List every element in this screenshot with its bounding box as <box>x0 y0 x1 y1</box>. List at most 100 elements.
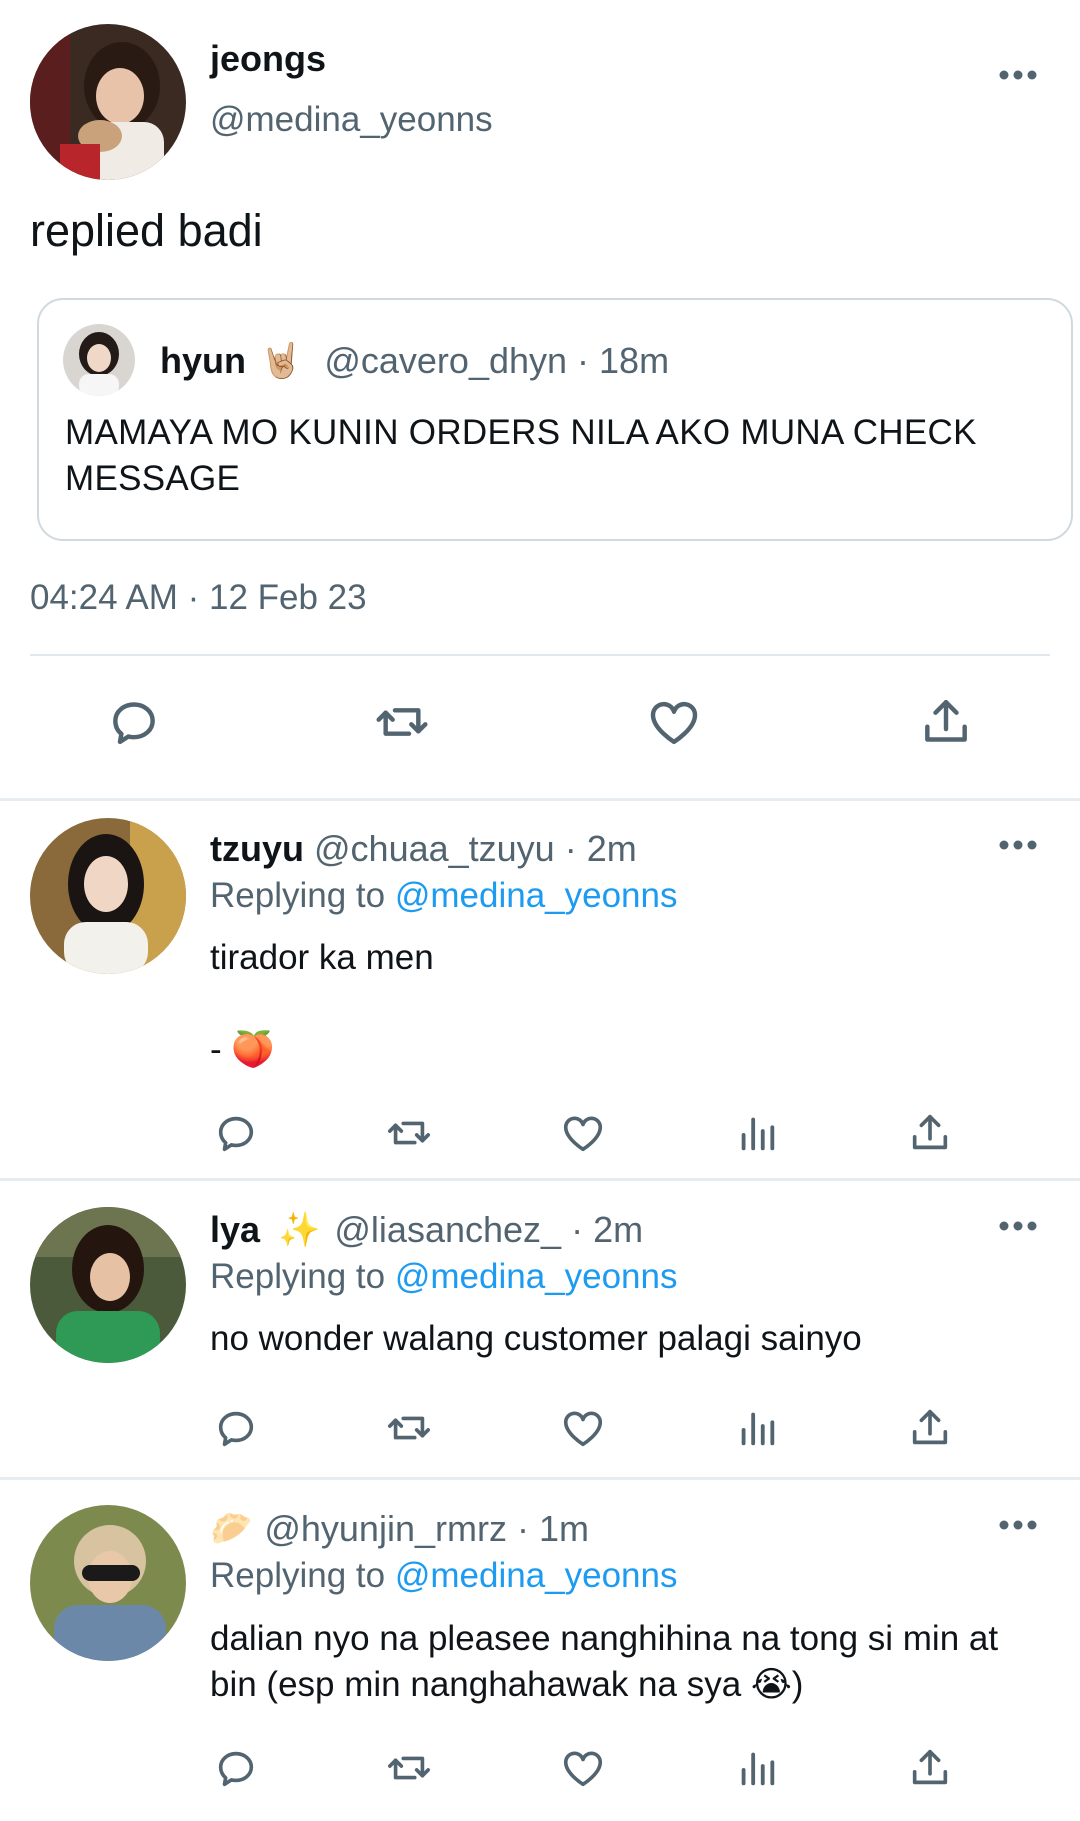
retweet-icon <box>388 1756 430 1780</box>
more-horizontal-icon <box>999 840 1037 850</box>
reply-header: tzuyu @chuaa_tzuyu · 2m <box>210 828 637 870</box>
reply-tweet[interactable]: tzuyu @chuaa_tzuyu · 2m Replying to @med… <box>0 800 1080 1178</box>
share-upload-icon <box>912 1114 948 1150</box>
like-button[interactable] <box>557 1742 609 1794</box>
share-button[interactable] <box>904 1402 956 1454</box>
replying-to: Replying to @medina_yeonns <box>210 876 678 916</box>
quoted-tweet[interactable]: hyun 🤘🏼 @cavero_dhyn · 18m MAMAYA MO KUN… <box>37 298 1073 541</box>
separator: · <box>577 340 590 381</box>
quote-author-emoji: 🤘🏼 <box>260 342 303 380</box>
replying-label: Replying to <box>210 876 386 915</box>
retweet-button[interactable] <box>383 1742 435 1794</box>
main-tweet: jeongs @medina_yeonns replied badi hyun … <box>0 0 1080 800</box>
quote-time: 18m <box>599 340 670 381</box>
author-handle[interactable]: @chuaa_tzuyu <box>314 828 555 870</box>
reply-tweet[interactable]: 🥟 @hyunjin_rmrz · 1m Replying to @medina… <box>0 1480 1080 1821</box>
heart-icon <box>563 1116 603 1152</box>
reply-header: 🥟 @hyunjin_rmrz · 1m <box>210 1508 589 1550</box>
views-button[interactable] <box>731 1402 783 1454</box>
like-button[interactable] <box>557 1402 609 1454</box>
reply-button[interactable] <box>210 1107 262 1159</box>
author-name[interactable]: jeongs <box>210 38 326 80</box>
avatar[interactable] <box>30 1207 186 1363</box>
heart-icon <box>563 1751 603 1787</box>
analytics-icon <box>741 1412 775 1446</box>
views-button[interactable] <box>731 1107 783 1159</box>
more-horizontal-icon <box>999 1520 1037 1530</box>
retweet-button[interactable] <box>383 1402 435 1454</box>
retweet-icon <box>388 1121 430 1145</box>
replying-to: Replying to @medina_yeonns <box>210 1257 678 1297</box>
analytics-icon <box>741 1752 775 1786</box>
separator: · <box>564 828 577 869</box>
reply-tweet[interactable]: lya ✨ @liasanchez_ · 2m Replying to @med… <box>0 1181 1080 1477</box>
reply-bubble-icon <box>218 1116 254 1152</box>
retweet-button[interactable] <box>370 690 434 754</box>
replying-mention[interactable]: @medina_yeonns <box>395 1556 678 1595</box>
share-upload-icon <box>912 1749 948 1785</box>
like-button[interactable] <box>557 1107 609 1159</box>
share-upload-icon <box>912 1409 948 1445</box>
divider <box>30 654 1050 656</box>
share-button[interactable] <box>904 1742 956 1794</box>
reply-bubble-icon <box>218 1751 254 1787</box>
share-button[interactable] <box>914 690 978 754</box>
author-handle[interactable]: @medina_yeonns <box>210 100 493 140</box>
reply-button[interactable] <box>210 1402 262 1454</box>
retweet-button[interactable] <box>383 1107 435 1159</box>
share-button[interactable] <box>904 1107 956 1159</box>
replying-mention[interactable]: @medina_yeonns <box>395 876 678 915</box>
reply-text: tirador ka men - 🍑 <box>210 938 434 1069</box>
reply-text: dalian nyo na pleasee nanghihina na tong… <box>210 1619 999 1704</box>
more-options-button[interactable] <box>988 1510 1048 1540</box>
views-button[interactable] <box>731 1742 783 1794</box>
replying-to: Replying to @medina_yeonns <box>210 1556 678 1596</box>
retweet-icon <box>376 708 428 736</box>
tweet-actions <box>0 690 1080 760</box>
more-horizontal-icon <box>999 1221 1037 1231</box>
quote-text: MAMAYA MO KUNIN ORDERS NILA AKO MUNA CHE… <box>65 413 977 498</box>
separator: · <box>516 1508 529 1549</box>
author-name[interactable]: tzuyu <box>210 828 304 870</box>
replying-label: Replying to <box>210 1257 386 1296</box>
author-badge: 🥟 <box>210 1510 253 1548</box>
reply-time: 1m <box>538 1508 589 1549</box>
share-upload-icon <box>925 699 967 742</box>
author-name[interactable]: lya <box>210 1209 260 1251</box>
author-handle[interactable]: @hyunjin_rmrz <box>264 1508 507 1550</box>
more-horizontal-icon <box>999 70 1037 80</box>
retweet-icon <box>388 1416 430 1440</box>
more-options-button[interactable] <box>988 60 1048 90</box>
tweet-timestamp[interactable]: 04:24 AM · 12 Feb 23 <box>30 578 367 618</box>
more-options-button[interactable] <box>988 1211 1048 1241</box>
author-badge: ✨ <box>278 1211 321 1249</box>
more-options-button[interactable] <box>988 830 1048 860</box>
tweet-text: replied badi <box>30 205 263 256</box>
reply-actions <box>0 1402 1080 1458</box>
replying-label: Replying to <box>210 1556 386 1595</box>
avatar[interactable] <box>30 1505 186 1661</box>
quote-author-name: hyun <box>160 340 246 381</box>
reply-text: no wonder walang customer palagi sainyo <box>210 1319 862 1358</box>
reply-bubble-icon <box>218 1411 254 1447</box>
reply-button[interactable] <box>210 1742 262 1794</box>
quote-header: hyun 🤘🏼 @cavero_dhyn · 18m <box>160 340 669 382</box>
reply-actions <box>0 1742 1080 1798</box>
reply-time: 2m <box>593 1209 644 1250</box>
quote-author-handle: @cavero_dhyn <box>324 340 568 381</box>
separator: · <box>571 1209 584 1250</box>
quote-avatar <box>63 324 135 396</box>
heart-icon <box>563 1411 603 1447</box>
reply-actions <box>0 1107 1080 1163</box>
reply-header: lya ✨ @liasanchez_ · 2m <box>210 1209 643 1251</box>
replying-mention[interactable]: @medina_yeonns <box>395 1257 678 1296</box>
heart-icon <box>650 701 698 745</box>
reply-button[interactable] <box>102 690 166 754</box>
reply-time: 2m <box>586 828 637 869</box>
analytics-icon <box>741 1117 775 1151</box>
avatar[interactable] <box>30 24 186 180</box>
like-button[interactable] <box>642 690 706 754</box>
avatar[interactable] <box>30 818 186 974</box>
author-handle[interactable]: @liasanchez_ <box>334 1209 561 1251</box>
reply-bubble-icon <box>113 702 155 745</box>
